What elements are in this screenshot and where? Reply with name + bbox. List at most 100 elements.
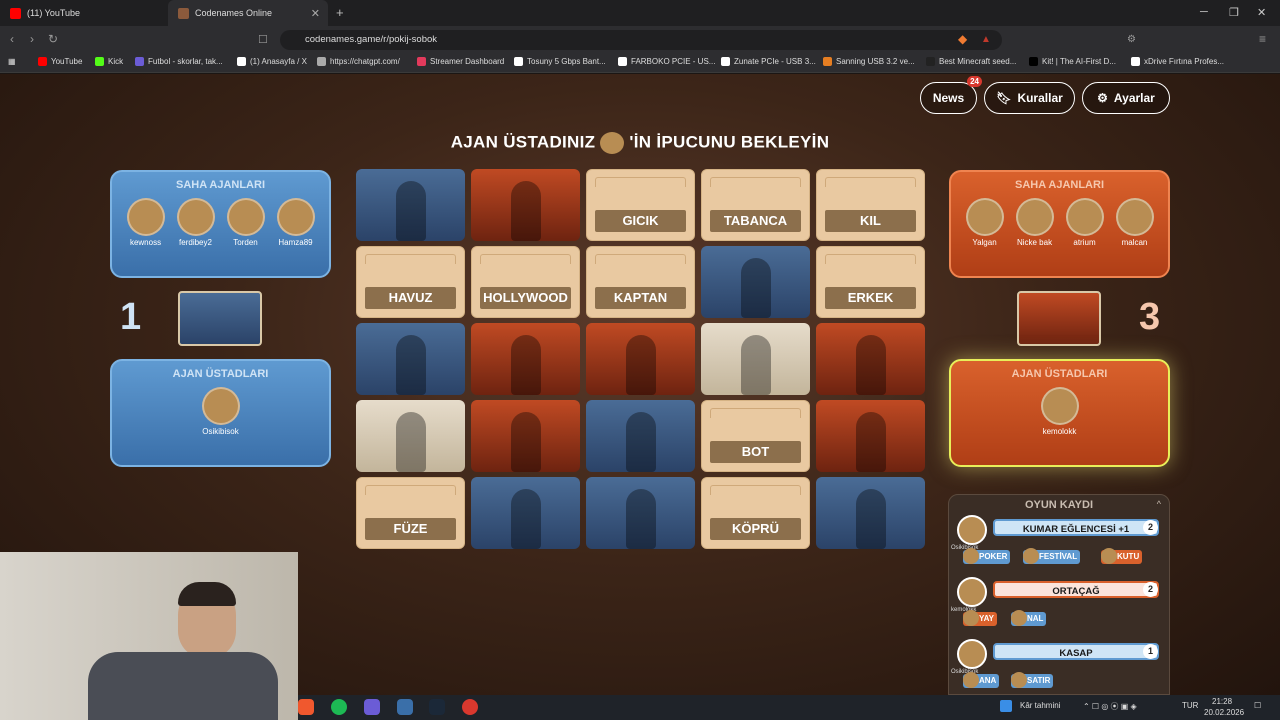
word-label: KIL — [825, 210, 916, 232]
reload-icon[interactable]: ↻ — [48, 32, 58, 46]
agent-figure — [856, 412, 886, 472]
agent-blue-card[interactable] — [356, 169, 465, 241]
red-operatives-panel: SAHA AJANLARI Yalgan Nicke bak atrium ma… — [949, 170, 1170, 278]
word-card[interactable]: FÜZE — [356, 477, 465, 549]
language-indicator[interactable]: TUR — [1182, 701, 1198, 710]
word-label: HAVUZ — [365, 287, 456, 309]
player: kemolokk — [1038, 387, 1082, 436]
player: Osikibisok — [199, 387, 243, 436]
clue-giver-avatar — [957, 639, 987, 669]
settings-button[interactable]: ⚙ Ayarlar — [1082, 82, 1170, 114]
word-card[interactable]: KIL — [816, 169, 925, 241]
agent-red-card[interactable] — [471, 169, 580, 241]
app-icon[interactable] — [397, 699, 413, 715]
player: Yalgan — [963, 198, 1007, 247]
minimize-icon[interactable]: ─ — [1200, 6, 1208, 18]
player: malcan — [1113, 198, 1157, 247]
word-label: GICIK — [595, 210, 686, 232]
tray-icons[interactable]: ⌃ ☐ ◎ ⦿ ▣ ◈ — [1083, 701, 1137, 712]
maximize-icon[interactable]: ❐ — [1229, 6, 1239, 19]
blue-agent-card — [178, 291, 262, 346]
word-card[interactable]: TABANCA — [701, 169, 810, 241]
agent-red-card[interactable] — [586, 323, 695, 395]
bookmark-kit[interactable]: Kit! | The AI-First D... — [1029, 57, 1116, 66]
bookmark-kick[interactable]: Kick — [95, 57, 123, 66]
word-label: KÖPRÜ — [710, 518, 801, 540]
news-button[interactable]: News 24 — [920, 76, 982, 114]
player: ferdibey2 — [174, 198, 218, 247]
bookmark-farboko[interactable]: FARBOKO PCIE - US... — [618, 57, 715, 66]
agent-figure — [626, 335, 656, 395]
word-card[interactable]: KAPTAN — [586, 246, 695, 318]
word-card[interactable]: HAVUZ — [356, 246, 465, 318]
rules-button[interactable]: 🔖︎ Kurallar — [984, 82, 1075, 114]
brave-shield-icon[interactable]: ◆ — [958, 32, 967, 46]
brave-taskbar-icon[interactable] — [298, 699, 314, 715]
forward-icon[interactable]: › — [30, 32, 34, 46]
bookmark-tosuny[interactable]: Tosuny 5 Gbps Bant... — [514, 57, 606, 66]
discord-icon[interactable] — [364, 699, 380, 715]
agent-figure — [856, 489, 886, 549]
player: Hamza89 — [274, 198, 318, 247]
word-card[interactable]: KÖPRÜ — [701, 477, 810, 549]
agent-blue-card[interactable] — [816, 477, 925, 549]
agent-figure — [741, 258, 771, 318]
agent-neutral-card[interactable] — [356, 400, 465, 472]
codenames-icon — [178, 7, 189, 19]
bookmark-zunate[interactable]: Zunate PCIe - USB 3... — [721, 57, 816, 66]
word-card[interactable]: ERKEK — [816, 246, 925, 318]
agent-red-card[interactable] — [816, 400, 925, 472]
obs-icon[interactable] — [462, 699, 478, 715]
clue-box: KASAP 1 — [993, 643, 1159, 660]
extensions-icon[interactable]: ⚙ — [1127, 34, 1136, 45]
agent-blue-card[interactable] — [356, 323, 465, 395]
spotify-icon[interactable] — [331, 699, 347, 715]
agent-blue-card[interactable] — [586, 400, 695, 472]
new-tab-button[interactable]: + — [336, 5, 344, 20]
bookmark-sanning[interactable]: Sanning USB 3.2 ve... — [823, 57, 915, 66]
tab-youtube[interactable]: (11) YouTube — [0, 0, 168, 26]
widget-icon[interactable] — [1000, 700, 1012, 712]
word-card[interactable]: BOT — [701, 400, 810, 472]
player: Nicke bak — [1013, 198, 1057, 247]
bookmark-icon[interactable]: ☐ — [258, 33, 268, 46]
tab-label: Codenames Online — [195, 8, 273, 18]
notification-icon[interactable]: ☐ — [1254, 701, 1261, 710]
agent-blue-card[interactable] — [471, 477, 580, 549]
bookmark-futbol[interactable]: Futbol - skorlar, tak... — [135, 57, 223, 66]
player: Torden — [224, 198, 268, 247]
back-icon[interactable]: ‹ — [10, 32, 14, 46]
rewards-icon[interactable]: ▲ — [981, 34, 991, 45]
address-bar[interactable]: codenames.game/r/pokij-sobok — [280, 30, 1002, 50]
bookmark-xdrive[interactable]: xDrive Fırtına Profes... — [1131, 57, 1224, 66]
agent-neutral-card[interactable] — [701, 323, 810, 395]
agent-red-card[interactable] — [471, 400, 580, 472]
agent-blue-card[interactable] — [586, 477, 695, 549]
bookmark-streamer[interactable]: Streamer Dashboard — [417, 57, 504, 66]
red-agent-card — [1017, 291, 1101, 346]
steam-icon[interactable] — [429, 699, 445, 715]
word-card[interactable]: HOLLYWOOD — [471, 246, 580, 318]
bookmark-minecraft[interactable]: Best Minecraft seed... — [926, 57, 1016, 66]
collapse-icon[interactable]: ^ — [1157, 499, 1161, 509]
bookmark-youtube[interactable]: YouTube — [38, 57, 82, 66]
game-log-title: OYUN KAYDI — [1024, 499, 1094, 511]
streamer-body — [88, 652, 278, 720]
agent-blue-card[interactable] — [701, 246, 810, 318]
agent-figure — [511, 489, 541, 549]
word-card[interactable]: GICIK — [586, 169, 695, 241]
agent-red-card[interactable] — [816, 323, 925, 395]
widget-text[interactable]: Kâr tahmini — [1020, 701, 1060, 710]
agent-red-card[interactable] — [471, 323, 580, 395]
game-log: OYUN KAYDI ^ Osikibisok KUMAR EĞLENCESİ +… — [948, 494, 1170, 695]
player: kewnoss — [124, 198, 168, 247]
menu-icon[interactable]: ≡ — [1259, 32, 1266, 46]
tab-codenames[interactable]: Codenames Online ✕ — [168, 0, 328, 26]
clock-date[interactable]: 20.02.2026 — [1204, 708, 1244, 717]
bookmark-x[interactable]: (1) Anasayfa / X — [237, 57, 307, 66]
clock-time[interactable]: 21:28 — [1212, 697, 1232, 706]
close-tab-icon[interactable]: ✕ — [311, 7, 320, 20]
apps-icon[interactable]: ▦ — [8, 57, 16, 66]
close-window-icon[interactable]: ✕ — [1257, 6, 1266, 19]
bookmark-chatgpt[interactable]: https://chatgpt.com/ — [317, 57, 400, 66]
